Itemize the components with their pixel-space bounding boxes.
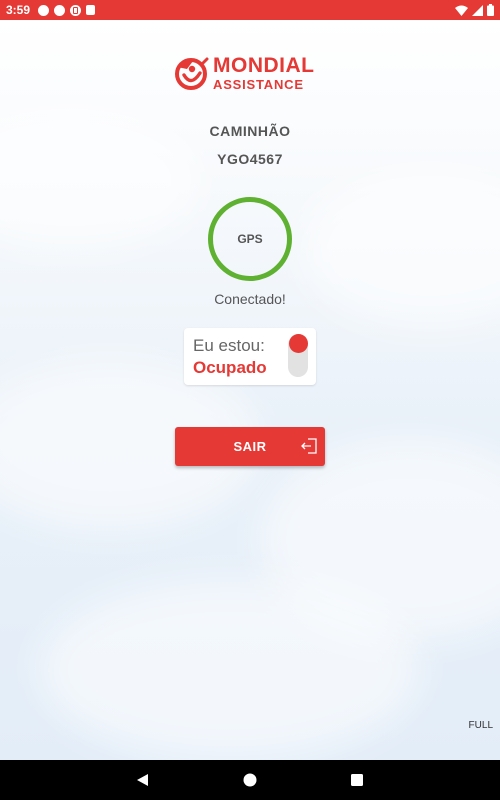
recent-apps-icon[interactable] bbox=[349, 772, 365, 788]
availability-toggle-thumb[interactable] bbox=[289, 334, 308, 353]
gps-label: GPS bbox=[237, 232, 263, 246]
notification-circle-icon bbox=[54, 4, 66, 16]
gps-status: Conectado! bbox=[214, 291, 286, 307]
vehicle-plate: YGO4567 bbox=[217, 151, 283, 167]
gps-indicator: GPS bbox=[208, 197, 292, 281]
vehicle-type: CAMINHÃO bbox=[209, 123, 291, 139]
system-status-icons bbox=[455, 4, 494, 16]
display-mode-label: FULL bbox=[468, 720, 493, 731]
exit-button-label: SAIR bbox=[233, 439, 267, 454]
back-icon[interactable] bbox=[135, 772, 151, 788]
notification-icons bbox=[38, 4, 96, 16]
battery-icon bbox=[487, 4, 494, 16]
status-bar: 3:59 bbox=[0, 0, 500, 20]
home-icon[interactable] bbox=[242, 772, 258, 788]
logo-subtitle: ASSISTANCE bbox=[213, 77, 304, 92]
logo-title: MONDIAL bbox=[213, 54, 315, 77]
status-time: 3:59 bbox=[6, 3, 31, 17]
exit-button[interactable]: SAIR bbox=[175, 427, 325, 466]
availability-value: Ocupado bbox=[193, 358, 267, 377]
notification-circle-icon bbox=[70, 4, 82, 16]
mondial-logo: MONDIAL ASSISTANCE bbox=[173, 50, 333, 96]
sd-card-icon bbox=[86, 5, 96, 15]
notification-circle-icon bbox=[38, 4, 50, 16]
availability-prefix: Eu estou: bbox=[193, 336, 265, 355]
signal-icon bbox=[472, 4, 483, 16]
exit-icon bbox=[301, 438, 317, 454]
wifi-icon bbox=[455, 5, 468, 16]
navigation-bar bbox=[0, 760, 500, 800]
mondial-logo-icon bbox=[175, 57, 209, 90]
